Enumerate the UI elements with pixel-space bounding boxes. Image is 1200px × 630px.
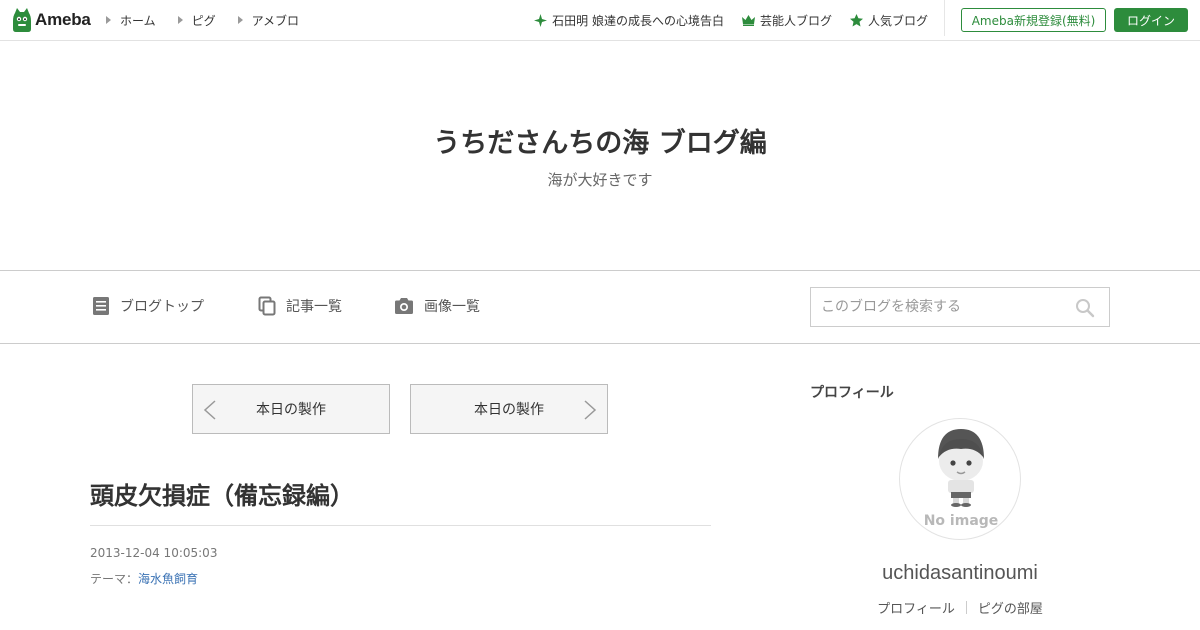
avatar[interactable]: No image [899, 418, 1021, 540]
nav-home-link[interactable]: ホーム [106, 12, 156, 29]
avatar-placeholder-text: No image [924, 513, 999, 529]
entry-title: 頭皮欠損症（備忘録編） [90, 482, 354, 510]
blog-top-label: ブログトップ [120, 299, 204, 315]
blog-title[interactable]: うちださんちの海 ブログ編 [0, 121, 1200, 160]
entry-list-label: 記事一覧 [286, 299, 342, 315]
blog-search-input[interactable] [811, 288, 1071, 326]
featured-nav: 石田明 娘達の成長への心境告白 芸能人ブログ 人気ブログ [516, 0, 928, 40]
triangle-right-icon [177, 16, 183, 24]
blog-header: うちださんちの海 ブログ編 海が大好きです [0, 41, 1200, 270]
featured-news-link[interactable]: 石田明 娘達の成長への心境告白 [534, 12, 724, 29]
star-icon [849, 13, 863, 26]
profile-heading: プロフィール [810, 385, 894, 401]
logo-text: Ameba [35, 10, 91, 29]
login-button[interactable]: ログイン [1114, 8, 1188, 32]
nav-ameblo-link[interactable]: アメブロ [237, 12, 300, 29]
nav-home-label: ホーム [120, 13, 156, 28]
pigg-room-link[interactable]: ピグの部屋 [978, 598, 1043, 617]
entry-divider [90, 525, 711, 526]
copy-icon [258, 296, 276, 316]
header-divider [944, 0, 945, 36]
nav-pigg-link[interactable]: ピグ [177, 12, 216, 29]
blog-description: 海が大好きです [547, 171, 653, 189]
blog-top-link[interactable]: ブログトップ [92, 296, 204, 316]
register-button[interactable]: Ameba新規登録(無料) [961, 8, 1106, 32]
entry-list-link[interactable]: 記事一覧 [258, 296, 342, 316]
popular-blog-link[interactable]: 人気ブログ [849, 12, 928, 29]
theme-prefix: テーマ： [90, 572, 139, 586]
nav-pigg-label: ピグ [191, 13, 216, 28]
chevron-right-icon [584, 400, 597, 420]
crown-icon [741, 14, 755, 26]
no-image-avatar-icon: No image [924, 429, 999, 529]
document-icon [93, 297, 109, 315]
profile-links: プロフィール ピグの部屋 [810, 598, 1110, 617]
featured-news-label: 石田明 娘達の成長への心境告白 [552, 13, 724, 28]
profile-link[interactable]: プロフィール [877, 598, 955, 617]
sparkle-icon [534, 13, 548, 27]
entry-date: 2013-12-04 10:05:03 [90, 546, 218, 560]
profile-name[interactable]: uchidasantinoumi [810, 562, 1110, 585]
celebrity-blog-label: 芸能人ブログ [759, 13, 832, 28]
global-nav: ホーム ピグ アメブロ [106, 0, 321, 40]
image-list-link[interactable]: 画像一覧 [394, 296, 480, 316]
image-list-label: 画像一覧 [424, 299, 480, 315]
popular-blog-label: 人気ブログ [867, 13, 928, 28]
camera-icon [395, 298, 413, 314]
triangle-right-icon [106, 16, 111, 24]
previous-entry-button[interactable]: 本日の製作 [192, 384, 390, 434]
previous-entry-label: 本日の製作 [256, 402, 326, 418]
ameba-mascot-icon [13, 8, 31, 32]
triangle-right-icon [237, 16, 243, 24]
global-header: Ameba ホーム ピグ アメブロ 石田明 娘達の成長への心境告白 芸能人ブログ… [0, 0, 1200, 41]
chevron-left-icon [203, 400, 216, 420]
theme-link[interactable]: 海水魚飼育 [138, 572, 198, 586]
link-separator [965, 601, 967, 614]
blog-menu: ブログトップ 記事一覧 画像一覧 [0, 270, 1200, 344]
blog-search [810, 287, 1110, 327]
search-icon[interactable] [1075, 298, 1095, 318]
celebrity-blog-link[interactable]: 芸能人ブログ [741, 12, 832, 29]
ameba-logo[interactable]: Ameba [12, 7, 91, 33]
next-entry-label: 本日の製作 [474, 402, 544, 418]
next-entry-button[interactable]: 本日の製作 [410, 384, 608, 434]
entry-theme: テーマ：海水魚飼育 [90, 570, 198, 587]
nav-ameblo-label: アメブロ [251, 13, 300, 28]
